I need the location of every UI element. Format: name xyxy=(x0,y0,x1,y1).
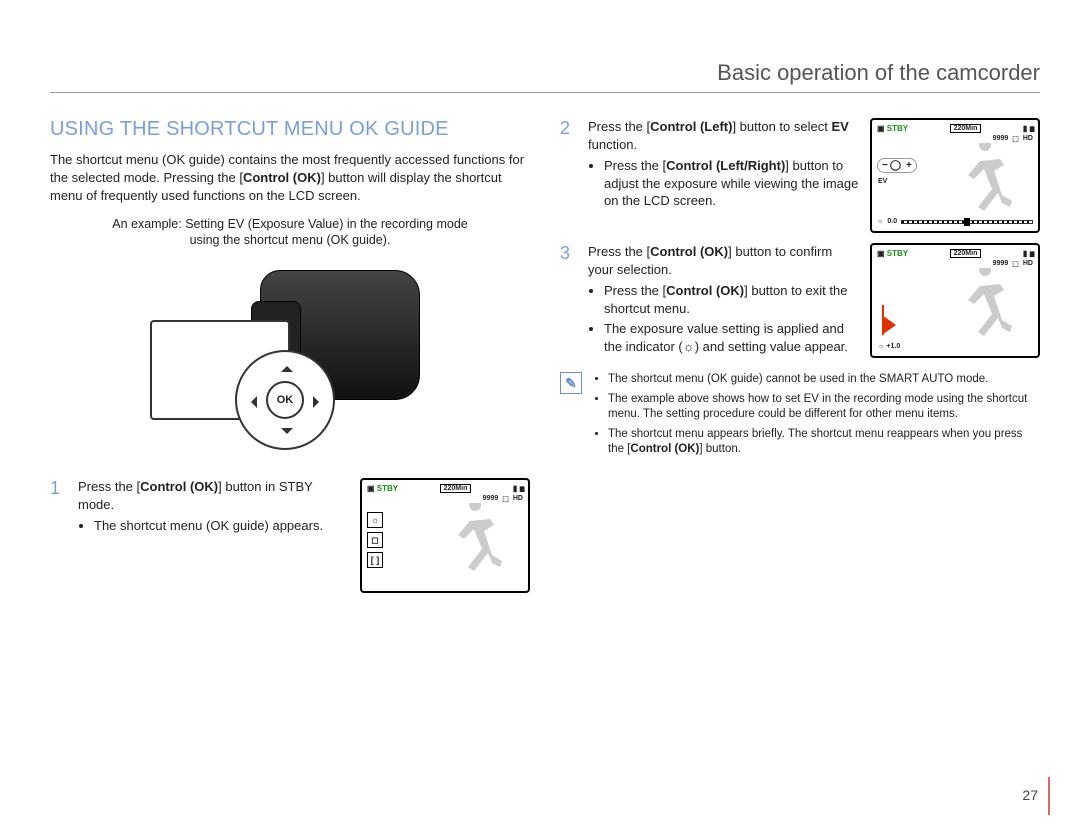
t: Control (OK) xyxy=(666,283,744,298)
step-number: 2 xyxy=(560,118,578,233)
t: Control (Left) xyxy=(650,119,732,134)
t: Press the [ xyxy=(604,158,666,173)
page-number: 27 xyxy=(1022,787,1038,803)
step-1-text: Press the [Control (OK)] button in STBY … xyxy=(78,478,350,593)
ev-icon: ☼ xyxy=(367,512,383,528)
ev-value: 0.0 xyxy=(887,218,897,225)
note-item: The shortcut menu (OK guide) cannot be u… xyxy=(608,372,1040,388)
step-2: 2 Press the [Control (Left)] button to s… xyxy=(560,118,1040,233)
example-line1: An example: Setting EV (Exposure Value) … xyxy=(112,217,468,231)
camcorder-illustration: OK xyxy=(140,260,440,460)
remaining-time: 220Min xyxy=(950,249,982,258)
step-number: 3 xyxy=(560,243,578,358)
ev-label: EV xyxy=(878,178,887,185)
hd-label: HD xyxy=(1023,260,1033,268)
control-wheel: OK xyxy=(235,350,335,450)
dpad-up-icon xyxy=(281,360,293,372)
step-1-bullet: The shortcut menu (OK guide) appears. xyxy=(94,517,350,535)
skater-silhouette xyxy=(440,503,510,583)
shot-count: 9999 xyxy=(993,260,1009,268)
example-line2: using the shortcut menu (OK guide). xyxy=(190,233,391,247)
stby-label: STBY xyxy=(887,124,908,133)
hd-label: HD xyxy=(1023,135,1033,143)
hd-icon: ⬚ xyxy=(1012,260,1019,268)
red-pointer-icon xyxy=(882,315,896,335)
right-column: 2 Press the [Control (Left)] button to s… xyxy=(560,118,1040,603)
step-number: 1 xyxy=(50,478,68,593)
section-title: USING THE SHORTCUT MENU OK GUIDE xyxy=(50,118,530,141)
battery-icon xyxy=(519,484,523,493)
t: Control (OK) xyxy=(630,443,699,455)
ev-adjust-pill: − ◯ + xyxy=(877,158,917,173)
plus-icon: + xyxy=(906,160,912,171)
ev-value: +1.0 xyxy=(886,343,900,350)
ev-slider: ☼ 0.0 xyxy=(877,218,1033,225)
focus-icon: ◻ xyxy=(367,532,383,548)
t: Control (Left/Right) xyxy=(666,158,785,173)
intro-bold: Control (OK) xyxy=(243,170,321,185)
t: ) and setting value appear. xyxy=(695,339,848,354)
dpad-down-icon xyxy=(281,428,293,440)
t: ] button to select xyxy=(732,119,831,134)
shot-count: 9999 xyxy=(993,135,1009,143)
lcd-screenshot-3: ▣ STBY 220Min 9999 ⬚ HD ☼+1.0 xyxy=(870,243,1040,358)
battery-icon xyxy=(1029,249,1033,258)
note-icon: ✎ xyxy=(560,372,582,394)
t: EV xyxy=(831,119,848,134)
t: ] button. xyxy=(699,443,741,455)
chapter-title: Basic operation of the camcorder xyxy=(50,60,1040,93)
note-item: The shortcut menu appears briefly. The s… xyxy=(608,427,1040,458)
skater-silhouette xyxy=(950,268,1020,348)
sd-icon xyxy=(513,484,517,493)
ev-applied-value: ☼+1.0 xyxy=(878,343,900,350)
step-1: 1 Press the [Control (OK)] button in STB… xyxy=(50,478,530,593)
note-block: ✎ The shortcut menu (OK guide) cannot be… xyxy=(560,372,1040,462)
remaining-time: 220Min xyxy=(950,124,982,133)
t: Control (OK) xyxy=(140,479,218,494)
sd-icon xyxy=(1023,124,1027,133)
lcd-screenshot-1: ▣ STBY 220Min 9999 ⬚ HD ☼ ◻ [ ] xyxy=(360,478,530,593)
t: Press the [ xyxy=(588,244,650,259)
dpad-right-icon xyxy=(313,396,325,408)
sd-icon xyxy=(1023,249,1027,258)
hd-icon: ⬚ xyxy=(1012,135,1019,143)
battery-icon xyxy=(1029,124,1033,133)
hd-label: HD xyxy=(513,495,523,503)
left-column: USING THE SHORTCUT MENU OK GUIDE The sho… xyxy=(50,118,530,603)
step-3-text: Press the [Control (OK)] button to confi… xyxy=(588,243,860,358)
stby-label: STBY xyxy=(377,484,398,493)
ok-button-label: OK xyxy=(266,381,304,419)
remaining-time: 220Min xyxy=(440,484,472,493)
slider-thumb-icon xyxy=(964,218,970,226)
t: function. xyxy=(588,137,637,152)
lcd-screenshot-2: ▣ STBY 220Min 9999 ⬚ HD − ◯ + EV xyxy=(870,118,1040,233)
dpad-left-icon xyxy=(245,396,257,408)
step-3-bullet-2: The exposure value setting is applied an… xyxy=(604,320,860,355)
t: Press the [ xyxy=(604,283,666,298)
step-2-text: Press the [Control (Left)] button to sel… xyxy=(588,118,860,233)
exposure-indicator-icon: ☼ xyxy=(683,339,695,354)
minus-icon: − xyxy=(882,160,888,171)
shot-count: 9999 xyxy=(483,495,499,503)
note-item: The example above shows how to set EV in… xyxy=(608,392,1040,423)
step-3: 3 Press the [Control (OK)] button to con… xyxy=(560,243,1040,358)
hd-icon: ⬚ xyxy=(502,495,509,503)
intro-paragraph: The shortcut menu (OK guide) contains th… xyxy=(50,151,530,206)
bracket-icon: [ ] xyxy=(367,552,383,568)
t: Press the [ xyxy=(588,119,650,134)
skater-silhouette xyxy=(950,143,1020,223)
step-2-bullet: Press the [Control (Left/Right)] button … xyxy=(604,157,860,210)
stby-label: STBY xyxy=(887,249,908,258)
example-caption: An example: Setting EV (Exposure Value) … xyxy=(50,216,530,249)
t: Press the [ xyxy=(78,479,140,494)
step-3-bullet-1: Press the [Control (OK)] button to exit … xyxy=(604,282,860,317)
t: Control (OK) xyxy=(650,244,728,259)
